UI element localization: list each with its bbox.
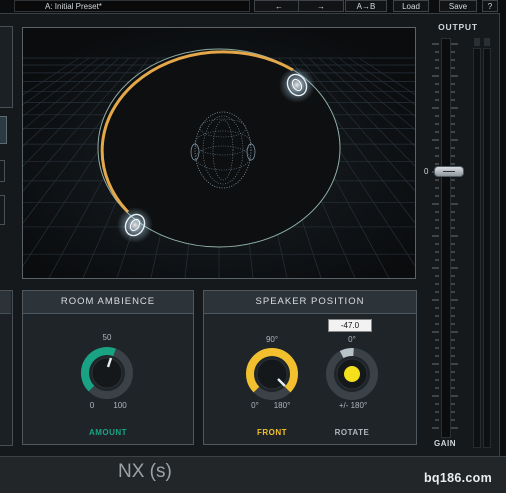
rotate-range-label: +/- 180° <box>338 401 368 410</box>
left-panel-edge <box>0 290 13 446</box>
output-title: OUTPUT <box>438 22 478 32</box>
left-panel-toggle[interactable] <box>0 116 7 144</box>
ambience-value-label: 50 <box>102 333 112 342</box>
output-gain-fader-handle[interactable] <box>434 166 464 177</box>
rotate-value-label: 0° <box>348 335 356 344</box>
output-zero-label: 0 <box>424 167 429 176</box>
front-max-label: 180° <box>273 401 291 410</box>
speaker-right-icon[interactable] <box>279 67 315 103</box>
help-button[interactable]: ? <box>482 0 498 12</box>
output-gain-slider[interactable] <box>441 38 451 438</box>
undo-button[interactable]: ← <box>254 0 304 12</box>
output-meter-left <box>473 48 481 448</box>
room-ambience-title: ROOM AMBIENCE <box>23 291 193 314</box>
front-value-label: 90° <box>265 335 279 344</box>
left-panel-control[interactable] <box>0 195 5 225</box>
ab-compare-button[interactable]: A→B <box>345 0 387 12</box>
gain-label: GAIN <box>434 439 456 448</box>
rotate-knob[interactable] <box>324 346 380 402</box>
front-angle-knob[interactable] <box>244 346 300 402</box>
rotate-label: ROTATE <box>334 428 370 437</box>
front-min-label: 0° <box>251 401 259 410</box>
rotate-value-readout[interactable]: -47.0 <box>328 319 372 332</box>
preset-name-field[interactable]: A: Initial Preset* <box>14 0 250 12</box>
front-label: FRONT <box>256 428 288 437</box>
output-meter-right <box>483 48 491 448</box>
room-ambience-panel: ROOM AMBIENCE 50 0 100 AMOUNT <box>22 290 194 445</box>
ambience-amount-knob[interactable] <box>79 345 135 401</box>
save-button[interactable]: Save <box>439 0 477 12</box>
speaker-left-icon[interactable] <box>117 207 153 243</box>
ambience-max-label: 100 <box>113 401 127 410</box>
left-panel-edge <box>0 26 13 108</box>
meter-right-cap <box>484 38 490 46</box>
spatial-stage[interactable] <box>22 27 416 279</box>
product-name: NX (s) <box>118 461 172 482</box>
left-panel-control[interactable] <box>0 160 5 182</box>
meter-left-cap <box>474 38 480 46</box>
watermark: bq186.com <box>424 471 493 485</box>
speaker-position-title: SPEAKER POSITION <box>204 291 416 314</box>
ambience-min-label: 0 <box>89 401 95 410</box>
ambience-amount-label: AMOUNT <box>88 428 128 437</box>
load-button[interactable]: Load <box>393 0 429 12</box>
speaker-position-panel: SPEAKER POSITION 90° 0° 180° FRONT -47.0… <box>203 290 417 445</box>
right-edge <box>499 13 506 456</box>
stage-grid <box>23 28 415 278</box>
redo-button[interactable]: → <box>298 0 344 12</box>
